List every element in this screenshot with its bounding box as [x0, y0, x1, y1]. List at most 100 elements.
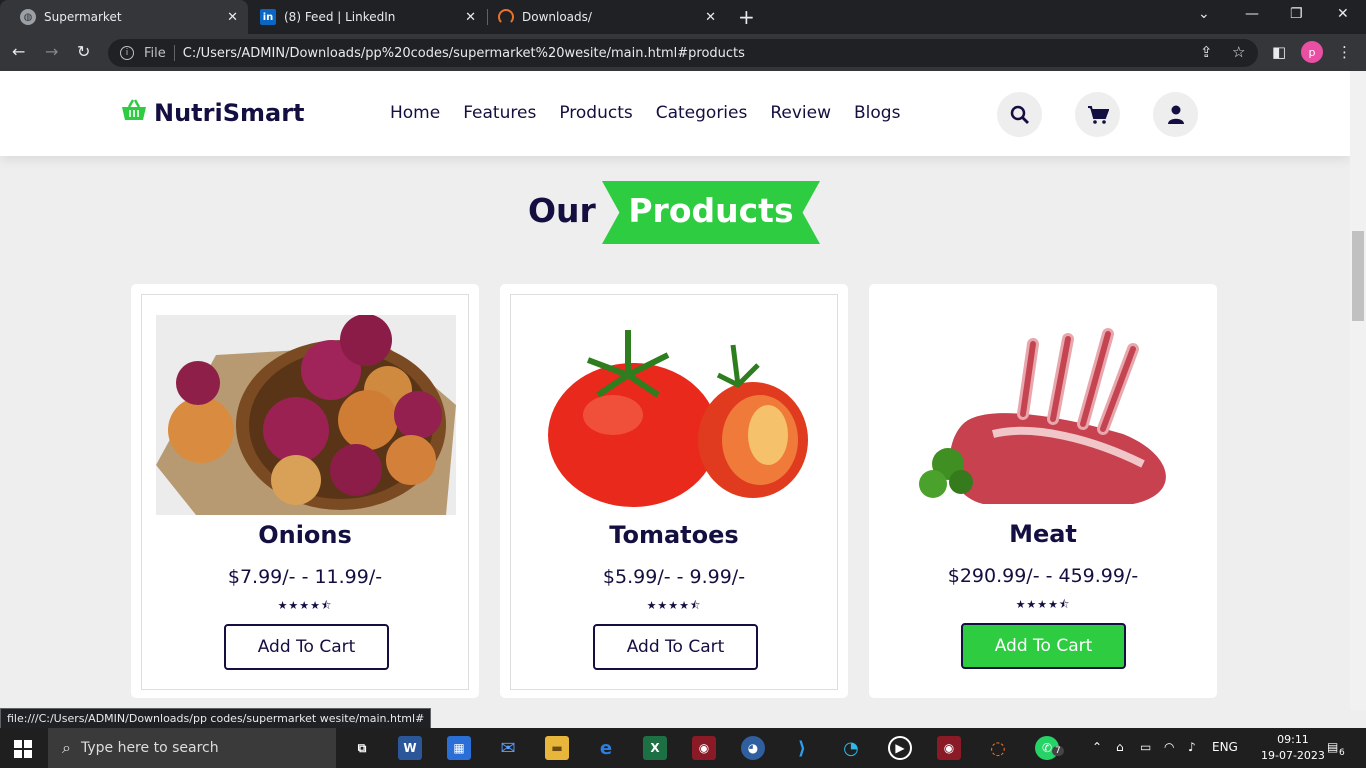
site-header: NutriSmart Home Features Products Catego… — [0, 71, 1350, 156]
chevron-up-icon[interactable]: ⌃ — [1092, 740, 1102, 754]
vscode-icon[interactable]: ⟩ — [790, 736, 814, 760]
address-bar[interactable]: i File C:/Users/ADMIN/Downloads/pp%20cod… — [108, 39, 1258, 67]
back-icon[interactable]: ← — [12, 42, 25, 61]
close-tab-icon[interactable]: ✕ — [465, 10, 476, 25]
site-info-icon[interactable]: i — [120, 46, 134, 60]
cart-icon — [1087, 105, 1109, 124]
product-name: Meat — [1009, 520, 1077, 548]
new-tab-button[interactable]: + — [738, 7, 755, 27]
section-heading: Our Products — [0, 181, 1350, 245]
onions-image — [156, 315, 456, 515]
address-toolbar: ← → ↻ i File C:/Users/ADMIN/Downloads/pp… — [0, 34, 1366, 71]
tomatoes-image — [528, 315, 824, 515]
meat-image — [893, 314, 1193, 514]
rating-stars: ★★★★⯪ — [1015, 598, 1071, 611]
omnibox-divider — [173, 45, 175, 61]
product-card-tomatoes: Tomatoes $5.99/- - 9.99/- ★★★★⯪ Add To C… — [500, 284, 848, 698]
wifi-icon[interactable]: ◠ — [1164, 740, 1174, 754]
page-scrollbar[interactable] — [1350, 71, 1366, 710]
add-to-cart-button[interactable]: Add To Cart — [961, 623, 1126, 669]
clock-date: 19-07-2023 — [1261, 749, 1325, 762]
rating-stars: ★★★★⯪ — [277, 599, 333, 612]
site-logo[interactable]: NutriSmart — [120, 98, 305, 128]
tab-linkedin[interactable]: in (8) Feed | LinkedIn ✕ — [240, 0, 486, 34]
product-name: Tomatoes — [609, 521, 739, 549]
tab-search-icon[interactable]: ⌄ — [1198, 6, 1210, 22]
scheme-label: File — [144, 45, 166, 61]
close-tab-icon[interactable]: ✕ — [705, 10, 716, 25]
card-inner: Meat $290.99/- - 459.99/- ★★★★⯪ Add To C… — [879, 294, 1207, 690]
excel-icon[interactable]: X — [643, 736, 667, 760]
restore-button[interactable]: ❐ — [1290, 6, 1303, 22]
product-price: $5.99/- - 9.99/- — [602, 566, 746, 588]
tab-title: Downloads/ — [522, 10, 592, 24]
webpage: NutriSmart Home Features Products Catego… — [0, 71, 1350, 728]
clock[interactable]: 09:11 19-07-2023 — [1261, 732, 1325, 764]
minimize-button[interactable]: — — [1245, 6, 1259, 22]
word-icon[interactable]: W — [398, 736, 422, 760]
chrome-icon[interactable]: ◕ — [741, 736, 765, 760]
media-player-icon[interactable]: ▶ — [888, 736, 912, 760]
forward-icon[interactable]: → — [45, 42, 58, 61]
screen-recorder-icon[interactable]: ◉ — [937, 736, 961, 760]
product-card-meat: Meat $290.99/- - 459.99/- ★★★★⯪ Add To C… — [869, 284, 1217, 698]
tab-supermarket[interactable]: ◍ Supermarket ✕ — [0, 0, 248, 34]
clock-time: 09:11 — [1277, 733, 1309, 746]
close-tab-icon[interactable]: ✕ — [227, 10, 238, 25]
search-button[interactable] — [997, 92, 1042, 137]
battery-icon[interactable]: ▭ — [1140, 740, 1151, 754]
heading-plain: Our — [528, 191, 596, 230]
whatsapp-badge: 7 — [1052, 746, 1064, 756]
search-icon — [1010, 105, 1029, 124]
notification-count: 6 — [1339, 748, 1345, 758]
task-view-icon[interactable]: ⧉ — [350, 736, 374, 760]
scrollbar-thumb[interactable] — [1352, 231, 1364, 321]
notification-icon[interactable]: ▤ — [1327, 740, 1338, 754]
reload-icon[interactable]: ↻ — [77, 42, 90, 61]
globe-icon: ◍ — [20, 9, 36, 25]
logo-text: NutriSmart — [154, 99, 305, 127]
bookmark-star-icon[interactable]: ☆ — [1232, 43, 1245, 61]
cart-button[interactable] — [1075, 92, 1120, 137]
product-price: $7.99/- - 11.99/- — [227, 566, 383, 588]
jupyter-icon[interactable]: ◌ — [986, 736, 1010, 760]
tab-downloads[interactable]: Downloads/ ✕ — [478, 0, 726, 34]
mail-icon[interactable]: ✉ — [496, 736, 520, 760]
search-icon: ⌕ — [62, 738, 71, 757]
heading-highlight: Products — [628, 191, 794, 230]
product-price: $290.99/- - 459.99/- — [947, 565, 1139, 587]
add-to-cart-button[interactable]: Add To Cart — [593, 624, 758, 670]
taskbar: ⌕ Type here to search ⧉ W ▦ ✉ ▬ e X ◉ ◕ … — [0, 728, 1366, 768]
url-text[interactable]: C:/Users/ADMIN/Downloads/pp%20codes/supe… — [183, 46, 745, 61]
windows-start-icon[interactable] — [14, 740, 32, 758]
volume-icon[interactable]: ♪ — [1188, 740, 1196, 754]
taskbar-search-box[interactable]: ⌕ Type here to search — [48, 728, 336, 768]
internet-explorer-icon[interactable]: e — [594, 736, 618, 760]
status-url: file:///C:/Users/ADMIN/Downloads/pp code… — [0, 708, 432, 729]
main-nav: Home Features Products Categories Review… — [390, 103, 923, 123]
edge-icon[interactable]: ◔ — [839, 736, 863, 760]
nav-blogs[interactable]: Blogs — [854, 103, 900, 123]
nav-review[interactable]: Review — [770, 103, 831, 123]
tab-title: (8) Feed | LinkedIn — [284, 10, 396, 24]
browser-tab-strip: ◍ Supermarket ✕ in (8) Feed | LinkedIn ✕… — [0, 0, 1366, 34]
nav-features[interactable]: Features — [463, 103, 536, 123]
card-inner: Onions $7.99/- - 11.99/- ★★★★⯪ Add To Ca… — [141, 294, 469, 690]
file-explorer-icon[interactable]: ▬ — [545, 736, 569, 760]
side-panel-icon[interactable]: ◧ — [1272, 43, 1286, 61]
linkedin-icon: in — [260, 9, 276, 25]
menu-icon[interactable]: ⋮ — [1337, 43, 1352, 61]
share-icon[interactable]: ⇪ — [1200, 43, 1213, 61]
nav-categories[interactable]: Categories — [656, 103, 748, 123]
close-window-button[interactable]: ✕ — [1337, 6, 1349, 22]
network-icon[interactable]: ⌂ — [1116, 740, 1124, 754]
nav-products[interactable]: Products — [559, 103, 632, 123]
add-to-cart-button[interactable]: Add To Cart — [224, 624, 389, 670]
recorder-icon[interactable]: ◉ — [692, 736, 716, 760]
language-indicator[interactable]: ENG — [1212, 740, 1238, 754]
profile-avatar[interactable]: p — [1301, 41, 1323, 63]
nav-home[interactable]: Home — [390, 103, 440, 123]
store-icon[interactable]: ▦ — [447, 736, 471, 760]
product-card-onions: Onions $7.99/- - 11.99/- ★★★★⯪ Add To Ca… — [131, 284, 479, 698]
user-button[interactable] — [1153, 92, 1198, 137]
